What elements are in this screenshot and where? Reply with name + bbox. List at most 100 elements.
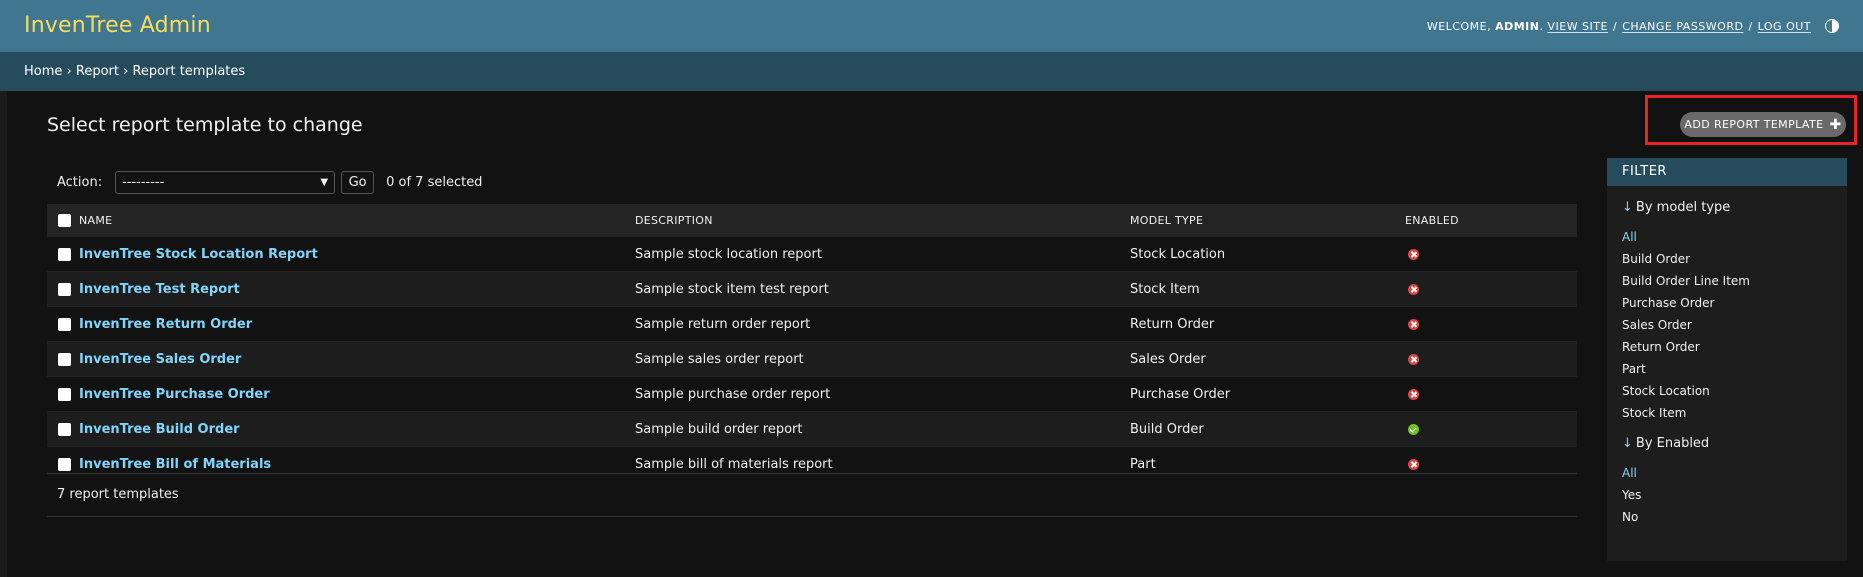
cross-icon [1408, 283, 1419, 295]
row-select-cell [47, 341, 79, 377]
cross-icon [1408, 388, 1419, 400]
filter-option[interactable]: No [1622, 506, 1847, 528]
view-site-link[interactable]: View site [1547, 20, 1608, 33]
description-cell: Sample return order report [635, 306, 1130, 342]
row-select-cell [47, 236, 79, 272]
chevron-down-icon: ▼ [320, 177, 329, 188]
filter-option[interactable]: Build Order Line Item [1622, 270, 1847, 292]
separator: / [1748, 19, 1753, 33]
template-name-link[interactable]: InvenTree Return Order [79, 317, 252, 332]
go-button[interactable]: Go [341, 171, 375, 194]
model-type-cell: Purchase Order [1130, 376, 1405, 412]
row-checkbox[interactable] [58, 422, 71, 436]
arrow-down-icon: ↓ [1622, 200, 1633, 215]
name-cell: InvenTree Sales Order [79, 341, 635, 377]
username: admin [1495, 19, 1540, 33]
row-select-cell [47, 411, 79, 447]
enabled-cell [1405, 341, 1577, 377]
site-branding[interactable]: InvenTree Admin [24, 13, 211, 38]
model-type-cell: Build Order [1130, 411, 1405, 447]
row-checkbox[interactable] [58, 282, 71, 296]
select-all-checkbox[interactable] [58, 213, 71, 227]
column-header-name[interactable]: NAME [79, 204, 635, 237]
column-header-model-type[interactable]: MODEL TYPE [1130, 204, 1405, 237]
welcome-text: Welcome, [1426, 19, 1492, 33]
filter-option[interactable]: Return Order [1622, 336, 1847, 358]
change-password-link[interactable]: Change password [1622, 20, 1743, 33]
template-name-link[interactable]: InvenTree Build Order [79, 422, 240, 437]
template-name-link[interactable]: InvenTree Bill of Materials [79, 457, 271, 472]
breadcrumb-separator: › [123, 64, 129, 79]
filter-option[interactable]: All [1622, 226, 1847, 248]
table-row: InvenTree Build Order Sample build order … [47, 411, 1577, 447]
filter-option[interactable]: Purchase Order [1622, 292, 1847, 314]
enabled-cell [1405, 411, 1577, 447]
row-checkbox[interactable] [58, 247, 71, 261]
table-row: InvenTree Return Order Sample return orde… [47, 306, 1577, 342]
page-title: Select report template to change [47, 114, 363, 136]
breadcrumb-report[interactable]: Report [76, 64, 119, 79]
enabled-cell [1405, 236, 1577, 272]
filter-option[interactable]: Yes [1622, 484, 1847, 506]
template-name-link[interactable]: InvenTree Stock Location Report [79, 247, 318, 262]
column-header-enabled[interactable]: ENABLED [1405, 204, 1577, 237]
cross-icon [1408, 458, 1419, 470]
filter-option[interactable]: Stock Location [1622, 380, 1847, 402]
row-checkbox[interactable] [58, 457, 71, 471]
description-cell: Sample stock item test report [635, 271, 1130, 307]
description-cell: Sample build order report [635, 411, 1130, 447]
name-cell: InvenTree Purchase Order [79, 376, 635, 412]
filter-option[interactable]: Sales Order [1622, 314, 1847, 336]
enabled-cell [1405, 306, 1577, 342]
action-select[interactable]: --------- ▼ [115, 171, 336, 194]
model-type-cell: Stock Location [1130, 236, 1405, 272]
table-row: InvenTree Purchase Order Sample purchase … [47, 376, 1577, 412]
filter-heading-label: By model type [1635, 200, 1731, 215]
description-cell: Sample purchase order report [635, 376, 1130, 412]
name-cell: InvenTree Build Order [79, 411, 635, 447]
theme-toggle-icon[interactable] [1825, 19, 1839, 33]
template-name-link[interactable]: InvenTree Purchase Order [79, 387, 270, 402]
arrow-down-icon: ↓ [1622, 436, 1633, 451]
template-name-link[interactable]: InvenTree Sales Order [79, 352, 241, 367]
description-cell: Sample sales order report [635, 341, 1130, 377]
breadcrumb-separator: › [66, 64, 72, 79]
filter-panel: FILTER ↓ By model type All Build Order Build… [1607, 158, 1847, 561]
template-name-link[interactable]: InvenTree Test Report [79, 282, 240, 297]
filter-option[interactable]: Stock Item [1622, 402, 1847, 424]
row-select-cell [47, 376, 79, 412]
table-row: InvenTree Sales Order Sample sales order … [47, 341, 1577, 377]
breadcrumb-home[interactable]: Home [24, 64, 62, 79]
action-select-value: --------- [122, 175, 165, 190]
filter-heading: ↓ By Enabled [1607, 436, 1847, 451]
actions-bar: Action: --------- ▼ Go 0 of 7 selected [57, 171, 482, 194]
filter-options: All Build Order Build Order Line Item Purch… [1607, 226, 1847, 424]
row-checkbox[interactable] [58, 352, 71, 366]
breadcrumb-current: Report templates [132, 64, 246, 79]
highlight-annotation [1645, 95, 1857, 145]
filter-option[interactable]: Build Order [1622, 248, 1847, 270]
row-checkbox[interactable] [58, 387, 71, 401]
column-header-description[interactable]: DESCRIPTION [635, 204, 1130, 237]
description-cell: Sample stock location report [635, 236, 1130, 272]
filter-option[interactable]: All [1622, 462, 1847, 484]
check-icon [1408, 423, 1419, 435]
separator: / [1612, 19, 1618, 33]
table-row: InvenTree Stock Location Report Sample st… [47, 236, 1577, 272]
result-count: 7 report templates [57, 487, 179, 502]
enabled-cell [1405, 376, 1577, 412]
selected-count: 0 of 7 selected [386, 175, 483, 190]
nav-sidebar-toggle[interactable] [0, 91, 7, 577]
cross-icon [1408, 248, 1419, 260]
log-out-link[interactable]: Log out [1758, 20, 1811, 33]
name-cell: InvenTree Test Report [79, 271, 635, 307]
table-header-row: NAME DESCRIPTION MODEL TYPE ENABLED [47, 204, 1577, 237]
paginator: 7 report templates [47, 473, 1577, 517]
breadcrumb: Home › Report › Report templates [0, 52, 1863, 91]
row-select-cell [47, 271, 79, 307]
action-label: Action: [57, 175, 103, 190]
filter-option[interactable]: Part [1622, 358, 1847, 380]
filter-options: All Yes No [1607, 462, 1847, 528]
filter-heading-label: By Enabled [1635, 436, 1710, 451]
row-checkbox[interactable] [58, 317, 71, 331]
